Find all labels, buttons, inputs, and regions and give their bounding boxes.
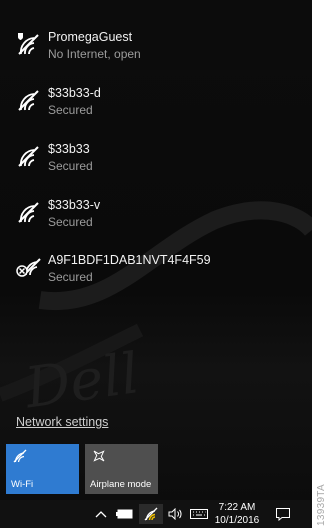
wifi-secured-icon	[16, 88, 42, 114]
network-name: $33b33-d	[48, 86, 101, 100]
network-name: PromegaGuest	[48, 30, 133, 44]
network-status: No Internet, open	[48, 47, 141, 61]
network-item-33b33-v[interactable]: $33b33-v Secured	[16, 198, 306, 242]
wifi-icon	[12, 448, 28, 468]
network-item-33b33-d[interactable]: $33b33-d Secured	[16, 86, 306, 130]
action-center-icon[interactable]	[272, 504, 294, 524]
network-status: Secured	[48, 103, 93, 117]
chevron-up-icon[interactable]	[92, 504, 110, 524]
wifi-secured-icon	[16, 144, 42, 170]
wifi-no-access-icon	[16, 255, 42, 281]
network-item-a9f1bdf1dab1nvt4f4f59[interactable]: A9F1BDF1DAB1NVT4F4F59 Secured	[16, 253, 306, 297]
network-item-33b33[interactable]: $33b33 Secured	[16, 142, 306, 186]
network-name: $33b33	[48, 142, 90, 156]
network-name: $33b33-v	[48, 198, 101, 212]
wifi-icon[interactable]	[139, 504, 163, 524]
taskbar: 7:22 AM 10/1/2016	[0, 500, 312, 528]
clock-date: 10/1/2016	[214, 515, 260, 526]
dell-background-text: Dell	[20, 341, 143, 421]
wifi-secured-icon	[16, 200, 42, 226]
wifi-quick-action-tile[interactable]: Wi-Fi	[6, 444, 79, 494]
network-settings-link[interactable]: Network settings	[16, 415, 108, 429]
network-status: Secured	[48, 159, 93, 173]
watermark-text: 13939TA	[316, 484, 327, 526]
network-item-promegaguest[interactable]: PromegaGuest No Internet, open	[16, 30, 306, 74]
network-flyout: Dell PromegaGuest No Internet, open $33b…	[0, 0, 312, 528]
keyboard-icon[interactable]	[188, 504, 210, 524]
volume-icon[interactable]	[166, 504, 186, 524]
network-status: Secured	[48, 215, 93, 229]
airplane-icon	[91, 448, 107, 468]
network-status: Secured	[48, 270, 93, 284]
airplane-tile-label: Airplane mode	[90, 479, 152, 490]
clock[interactable]: 7:22 AM 10/1/2016	[210, 501, 264, 527]
wifi-shield-icon	[16, 32, 42, 58]
airplane-mode-tile[interactable]: Airplane mode	[85, 444, 158, 494]
wifi-tile-label: Wi-Fi	[11, 479, 34, 490]
clock-time: 7:22 AM	[218, 502, 256, 513]
battery-icon[interactable]	[114, 504, 136, 524]
network-name: A9F1BDF1DAB1NVT4F4F59	[48, 253, 211, 267]
watermark: 13939TA	[314, 460, 328, 528]
